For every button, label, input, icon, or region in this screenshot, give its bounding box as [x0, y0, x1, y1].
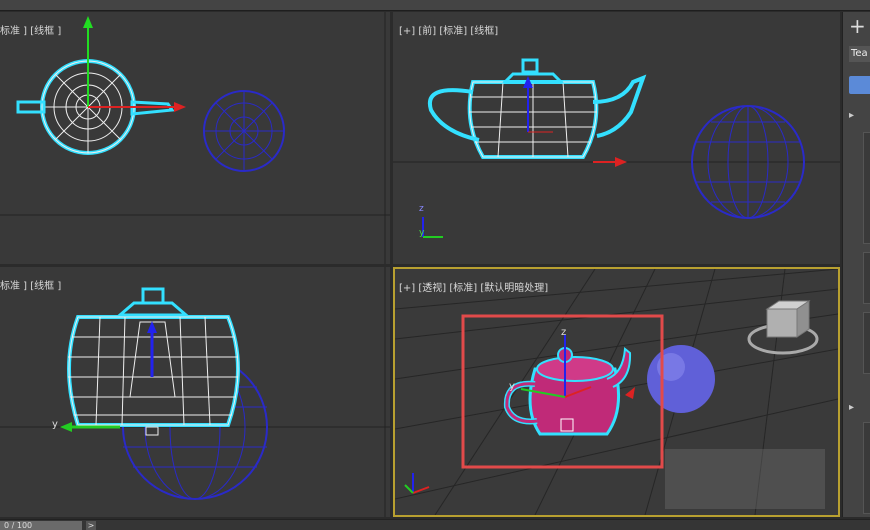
viewport-front-label[interactable]: [+] [前] [标准] [线框] [399, 22, 498, 37]
object-color-swatch[interactable] [849, 76, 870, 94]
teapot-shaded[interactable] [503, 347, 632, 436]
axis-z-label-persp: z [561, 327, 567, 338]
axis-y-label-left: y [52, 419, 58, 430]
rollout-panel-2 [863, 252, 870, 304]
time-slider-bar: 0 / 100 > [0, 519, 870, 530]
viewport-front-canvas [393, 58, 840, 238]
object-name-field[interactable]: Tea [849, 46, 870, 62]
viewport-top[interactable]: 标准 ] [线框 ] [0, 12, 390, 264]
viewport-perspective-canvas [395, 269, 838, 515]
axis-y-label-persp: y [509, 381, 515, 392]
viewport-top-canvas [0, 12, 390, 264]
viewport-left[interactable]: 标准 ] [线框 ] y [0, 267, 390, 517]
sphere-wireframe-top[interactable] [203, 90, 285, 172]
viewport-top-label[interactable]: 标准 ] [线框 ] [0, 22, 61, 37]
viewport-left-label[interactable]: 标准 ] [线框 ] [0, 277, 61, 292]
axis-gizmo-front [422, 217, 443, 238]
teapot-wireframe-front[interactable] [427, 58, 647, 159]
axis-gizmo-perspective [404, 473, 430, 494]
rollout-panel-3 [863, 312, 870, 374]
viewport-perspective[interactable]: [+] [透视] [标准] [默认明暗处理] y z [393, 267, 840, 517]
rollout-toggle-icon[interactable]: ▸ [849, 110, 870, 122]
viewcube-icon[interactable] [747, 300, 819, 355]
viewport-left-canvas [0, 267, 390, 517]
axis-y-label: y [419, 228, 425, 238]
rollout-panel-4 [863, 422, 870, 514]
rollout-toggle-icon-2[interactable]: ▸ [849, 402, 870, 414]
sphere-shaded[interactable] [647, 345, 715, 413]
top-toolbar-strip [0, 0, 870, 11]
blurred-region [665, 449, 825, 509]
viewport-perspective-label[interactable]: [+] [透视] [标准] [默认明暗处理] [399, 279, 548, 294]
viewport-front[interactable]: [+] [前] [标准] [线框] z y [393, 12, 840, 264]
command-panel: + Tea ▸ ▸ [842, 12, 870, 517]
rollout-panel [863, 132, 870, 244]
axis-z-label: z [419, 204, 424, 214]
create-plus-icon[interactable]: + [849, 14, 866, 38]
